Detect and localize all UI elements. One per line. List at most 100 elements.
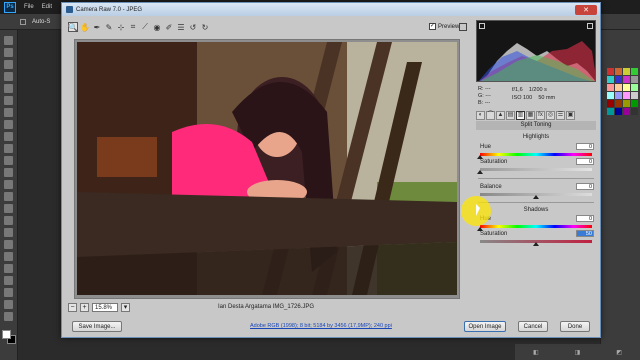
balance-thumb[interactable] bbox=[533, 195, 539, 199]
swatch[interactable] bbox=[631, 108, 638, 115]
ps-tool-icon[interactable] bbox=[4, 240, 13, 249]
cr-tool-icon[interactable]: ✐ bbox=[164, 22, 174, 32]
shadows-saturation-slider[interactable]: Saturation 50 bbox=[480, 230, 596, 247]
cr-tool-icon[interactable]: 🔍 bbox=[68, 22, 78, 32]
balance-value[interactable]: 0 bbox=[576, 183, 594, 190]
swatch[interactable] bbox=[607, 84, 614, 91]
zoom-level[interactable]: 15.8% bbox=[92, 302, 118, 312]
swatch[interactable] bbox=[607, 108, 614, 115]
preview-checkbox-box[interactable]: ✓ bbox=[429, 23, 436, 30]
snapshots-tab-icon[interactable]: ▣ bbox=[566, 110, 575, 120]
done-button[interactable]: Done bbox=[560, 321, 590, 332]
hsl-tab-icon[interactable]: ▤ bbox=[506, 110, 515, 120]
swatch[interactable] bbox=[623, 100, 630, 107]
save-image-button[interactable]: Save Image... bbox=[72, 321, 122, 332]
detail-tab-icon[interactable]: ▲ bbox=[496, 110, 505, 120]
auto-select-checkbox[interactable] bbox=[20, 18, 26, 25]
swatch[interactable] bbox=[631, 92, 638, 99]
swatch[interactable] bbox=[615, 68, 622, 75]
swatch[interactable] bbox=[607, 100, 614, 107]
highlights-saturation-slider[interactable]: Saturation 0 bbox=[477, 158, 596, 175]
open-image-button[interactable]: Open Image bbox=[464, 321, 506, 332]
highlight-clipping-warning[interactable] bbox=[587, 23, 593, 29]
cancel-button[interactable]: Cancel bbox=[518, 321, 548, 332]
swatch[interactable] bbox=[607, 76, 614, 83]
menu-edit[interactable]: Edit bbox=[42, 4, 52, 10]
ps-tool-icon[interactable] bbox=[4, 312, 13, 321]
cr-tool-icon[interactable]: ✎ bbox=[104, 22, 114, 32]
swatch[interactable] bbox=[631, 68, 638, 75]
cr-tool-icon[interactable]: ⊹ bbox=[116, 22, 126, 32]
highlights-hue-track[interactable] bbox=[480, 153, 592, 156]
swatch[interactable] bbox=[623, 92, 630, 99]
ps-tool-icon[interactable] bbox=[4, 288, 13, 297]
ps-tool-icon[interactable] bbox=[4, 60, 13, 69]
cr-tool-icon[interactable]: ◉ bbox=[152, 22, 162, 32]
ps-tool-icon[interactable] bbox=[4, 120, 13, 129]
balance-slider[interactable]: Balance 0 bbox=[480, 183, 596, 200]
ps-tool-icon[interactable] bbox=[4, 132, 13, 141]
swatch[interactable] bbox=[615, 84, 622, 91]
close-button[interactable]: ✕ bbox=[575, 4, 597, 15]
ps-tool-icon[interactable] bbox=[4, 228, 13, 237]
shadows-saturation-thumb[interactable] bbox=[533, 242, 539, 246]
ps-tool-icon[interactable] bbox=[4, 276, 13, 285]
swatch[interactable] bbox=[615, 92, 622, 99]
cr-tool-icon[interactable]: ↻ bbox=[200, 22, 210, 32]
ps-tool-icon[interactable] bbox=[4, 48, 13, 57]
swatch[interactable] bbox=[607, 92, 614, 99]
swatch[interactable] bbox=[615, 76, 622, 83]
lens-tab-icon[interactable]: ▦ bbox=[526, 110, 535, 120]
cr-tool-icon[interactable]: ✋ bbox=[80, 22, 90, 32]
ps-tool-icon[interactable] bbox=[4, 264, 13, 273]
swatch[interactable] bbox=[623, 68, 630, 75]
swatch[interactable] bbox=[623, 84, 630, 91]
swatch[interactable] bbox=[607, 68, 614, 75]
layers-icon[interactable]: ◧ bbox=[533, 349, 539, 356]
zoom-out-button[interactable]: − bbox=[68, 302, 77, 312]
zoom-in-button[interactable]: + bbox=[80, 302, 89, 312]
preview-checkbox[interactable]: ✓ Preview bbox=[429, 23, 459, 30]
cr-tool-icon[interactable]: ⌗ bbox=[128, 22, 138, 32]
shadows-saturation-value[interactable]: 50 bbox=[576, 230, 594, 237]
presets-tab-icon[interactable]: ☰ bbox=[556, 110, 565, 120]
foreground-color[interactable] bbox=[1, 330, 11, 339]
highlights-hue-value[interactable]: 0 bbox=[576, 143, 594, 150]
ps-tool-icon[interactable] bbox=[4, 168, 13, 177]
channels-icon[interactable]: ◨ bbox=[575, 349, 581, 356]
ps-tool-icon[interactable] bbox=[4, 300, 13, 309]
cr-tool-icon[interactable]: ⟋ bbox=[140, 22, 150, 32]
cr-tool-icon[interactable]: ☰ bbox=[176, 22, 186, 32]
swatch[interactable] bbox=[623, 108, 630, 115]
color-swatch[interactable] bbox=[1, 330, 16, 344]
highlights-saturation-thumb[interactable] bbox=[477, 170, 483, 174]
highlights-saturation-value[interactable]: 0 bbox=[576, 158, 594, 165]
ps-tool-icon[interactable] bbox=[4, 36, 13, 45]
ps-tool-icon[interactable] bbox=[4, 180, 13, 189]
menu-file[interactable]: File bbox=[24, 4, 34, 10]
shadows-hue-value[interactable]: 0 bbox=[576, 215, 594, 222]
effects-tab-icon[interactable]: fx bbox=[536, 110, 545, 120]
camera-calibration-tab-icon[interactable]: ◎ bbox=[546, 110, 555, 120]
swatch[interactable] bbox=[615, 108, 622, 115]
cr-tool-icon[interactable]: ✒ bbox=[92, 22, 102, 32]
ps-tool-icon[interactable] bbox=[4, 108, 13, 117]
workflow-options-link[interactable]: Adobe RGB (1998); 8 bit; 5184 by 3456 (1… bbox=[250, 323, 392, 329]
ps-tool-icon[interactable] bbox=[4, 252, 13, 261]
ps-tool-icon[interactable] bbox=[4, 144, 13, 153]
basic-tab-icon[interactable]: ◐ bbox=[476, 110, 485, 120]
preview-canvas[interactable] bbox=[74, 39, 460, 299]
fullscreen-icon[interactable] bbox=[459, 23, 467, 31]
ps-tool-icon[interactable] bbox=[4, 204, 13, 213]
swatch[interactable] bbox=[615, 100, 622, 107]
paths-icon[interactable]: ◩ bbox=[616, 349, 622, 356]
ps-tool-icon[interactable] bbox=[4, 84, 13, 93]
ps-tool-icon[interactable] bbox=[4, 216, 13, 225]
ps-tool-icon[interactable] bbox=[4, 72, 13, 81]
swatch[interactable] bbox=[631, 100, 638, 107]
swatch[interactable] bbox=[631, 84, 638, 91]
ps-tool-icon[interactable] bbox=[4, 156, 13, 165]
swatch[interactable] bbox=[631, 76, 638, 83]
tone-curve-tab-icon[interactable]: ⌒ bbox=[486, 110, 495, 120]
ps-tool-icon[interactable] bbox=[4, 192, 13, 201]
